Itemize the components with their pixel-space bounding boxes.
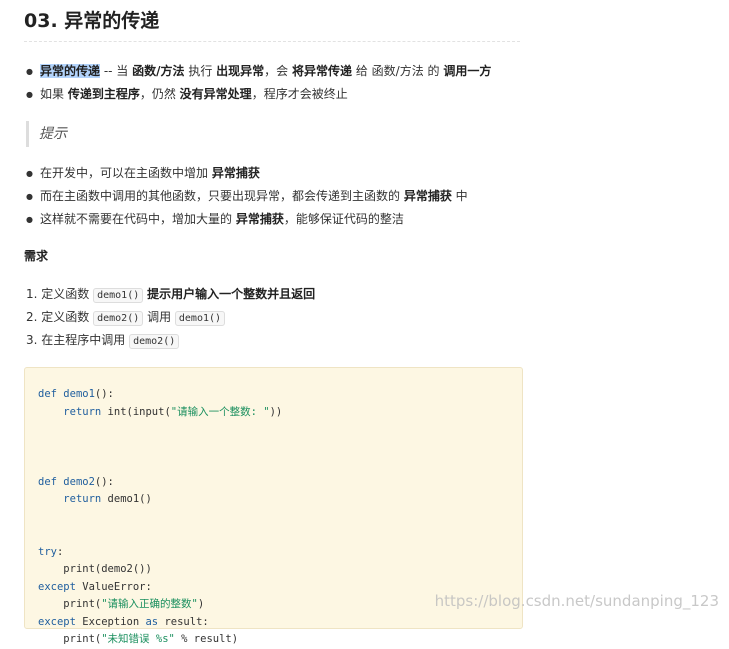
text: 在开发中，可以在主函数中增加	[40, 166, 212, 180]
keyword: as	[145, 615, 159, 628]
section-heading: 03. 异常的传递	[24, 6, 520, 42]
bold-text: 没有异常处理	[179, 87, 252, 101]
code-token: :	[56, 545, 64, 558]
function-name: demo1	[63, 388, 95, 400]
text: ，仍然	[139, 87, 180, 101]
tip-blockquote: 提示	[26, 121, 529, 147]
code-token: result:	[158, 615, 209, 628]
code-token: print(	[63, 598, 102, 610]
bold-text: 异常捕获	[211, 166, 260, 180]
list-item: 如果 传递到主程序，仍然 没有异常处理，程序才会被终止	[26, 83, 491, 106]
text: ，能够保证代码的整洁	[283, 212, 404, 226]
keyword: return	[63, 493, 102, 505]
step-number: 2.	[26, 310, 42, 324]
code-token: int(input(	[101, 405, 171, 418]
bold-text: 出现异常	[216, 64, 265, 78]
inline-code: demo2()	[129, 334, 180, 349]
code-token: ():	[94, 475, 114, 488]
bold-text: 函数/方法	[132, 64, 185, 78]
text: 定义函数	[41, 310, 94, 324]
keyword: return	[63, 405, 102, 418]
keyword: except	[38, 580, 76, 593]
text: ，会	[264, 64, 292, 78]
list-item: 3. 在主程序中调用 demo2()	[26, 329, 315, 352]
list-item: 2. 定义函数 demo2() 调用 demo1()	[26, 306, 315, 329]
step-number: 3.	[26, 333, 42, 347]
bold-text: 调用一方	[443, 64, 492, 78]
list-item: 而在主函数中调用的其他函数，只要出现异常，都会传递到主函数的 异常捕获 中	[26, 185, 468, 208]
code-token: % result)	[174, 633, 239, 645]
text: 给 函数/方法 的	[352, 64, 444, 78]
bold-text: 将异常传递	[292, 64, 353, 78]
inline-code: demo1()	[174, 311, 226, 326]
code-token: print(	[63, 633, 102, 645]
code-token: ValueError:	[75, 580, 152, 593]
string-literal: "请输入一个整数: "	[170, 405, 270, 418]
requirements-list: 1. 定义函数 demo1() 提示用户输入一个整数并且返回 2. 定义函数 d…	[26, 283, 315, 352]
list-item: 异常的传递 -- 当 函数/方法 执行 出现异常，会 将异常传递 给 函数/方法…	[26, 60, 491, 83]
list-item: 1. 定义函数 demo1() 提示用户输入一个整数并且返回	[26, 283, 315, 306]
list-item: 这样就不需要在代码中，增加大量的 异常捕获，能够保证代码的整洁	[26, 208, 468, 231]
code-token: demo1()	[101, 493, 152, 505]
keyword: except	[38, 615, 76, 628]
propagation-bullets: 异常的传递 -- 当 函数/方法 执行 出现异常，会 将异常传递 给 函数/方法…	[26, 60, 491, 106]
string-literal: "未知错误 %s"	[101, 633, 175, 645]
requirements-title: 需求	[24, 249, 49, 263]
code-token: Exception	[75, 615, 146, 628]
bold-text: 异常捕获	[235, 212, 284, 226]
text: 在主程序中调用	[41, 333, 130, 347]
code-text: def demo1(): return int(input("请输入一个整数: …	[38, 386, 282, 649]
keyword: try	[38, 545, 57, 558]
code-block: def demo1(): return int(input("请输入一个整数: …	[24, 367, 523, 645]
code-token: )	[197, 598, 205, 610]
code-token: print(demo2())	[63, 563, 152, 575]
list-item: 在开发中，可以在主函数中增加 异常捕获	[26, 162, 468, 185]
text: 执行	[184, 64, 217, 78]
code-token: ():	[94, 388, 114, 400]
code-token: ))	[269, 405, 283, 418]
string-literal: "请输入正确的整数"	[101, 598, 198, 610]
text: -- 当	[100, 64, 133, 78]
text: 调用	[143, 310, 175, 324]
text: 定义函数	[41, 287, 94, 301]
text: 而在主函数中调用的其他函数，只要出现异常，都会传递到主函数的	[40, 189, 404, 203]
function-name: demo2	[63, 475, 95, 488]
text: ，程序才会被终止	[251, 87, 348, 101]
highlighted-term: 异常的传递	[40, 64, 101, 78]
text: 如果	[40, 87, 68, 101]
keyword: def	[38, 475, 57, 488]
text: 中	[451, 189, 468, 203]
step-number: 1.	[26, 287, 42, 301]
bold-text: 传递到主程序	[67, 87, 140, 101]
bold-text: 提示用户输入一个整数并且返回	[147, 287, 316, 301]
bold-text: 异常捕获	[403, 189, 452, 203]
inline-code: demo1()	[93, 288, 144, 303]
inline-code: demo2()	[93, 311, 144, 326]
text: 这样就不需要在代码中，增加大量的	[40, 212, 236, 226]
watermark: https://blog.csdn.net/sundanping_123	[434, 592, 719, 610]
keyword: def	[38, 388, 57, 400]
tip-bullets: 在开发中，可以在主函数中增加 异常捕获 而在主函数中调用的其他函数，只要出现异常…	[26, 162, 468, 231]
